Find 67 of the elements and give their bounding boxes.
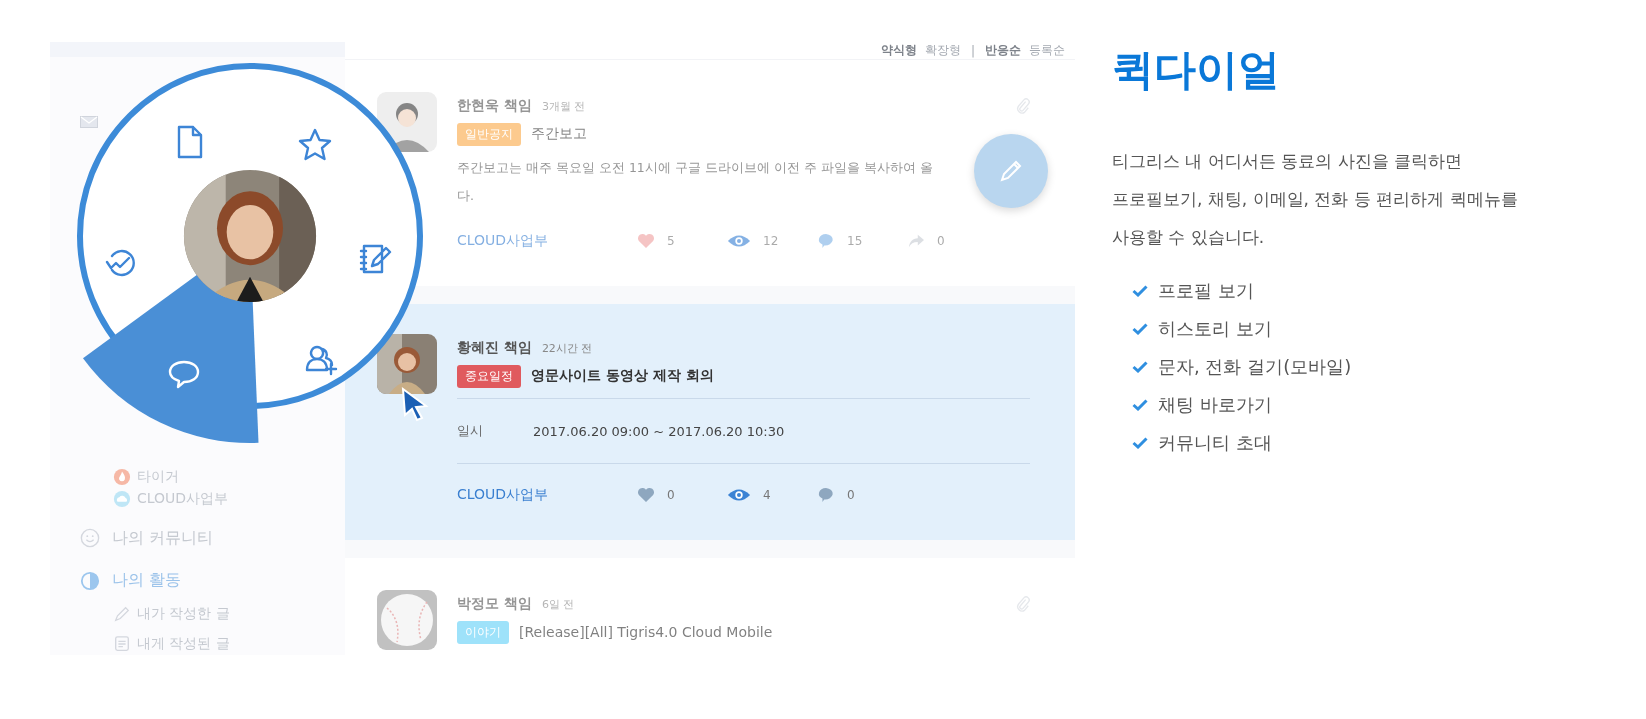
add-user-icon[interactable]: [305, 345, 338, 376]
eye-icon[interactable]: [727, 487, 751, 503]
heart-icon[interactable]: [637, 487, 655, 503]
history-icon[interactable]: [105, 249, 135, 277]
stat-count: 4: [763, 488, 771, 502]
checkmark-icon: [1132, 437, 1148, 449]
stat-count: 0: [847, 488, 855, 502]
view-mode-link[interactable]: 확장형: [924, 42, 961, 59]
stat-count: 0: [667, 488, 675, 502]
post-time: 6일 전: [541, 596, 575, 612]
category-tag: 중요일정: [457, 364, 521, 388]
author-name[interactable]: 황혜진 책임: [457, 339, 532, 357]
sidebar-item[interactable]: 나의 활동: [50, 566, 345, 596]
eye-icon[interactable]: [727, 233, 751, 249]
stat-count: 15: [847, 234, 863, 248]
section-title: 퀵다이얼: [1112, 44, 1281, 96]
post-time: 3개월 전: [541, 98, 586, 114]
flame-icon: [113, 467, 131, 486]
document-icon[interactable]: [177, 125, 203, 159]
feature-item: 채팅 바로가기: [1158, 393, 1272, 417]
pencil-icon: [113, 605, 131, 624]
cloud-icon: [113, 489, 131, 508]
view-mode-link[interactable]: 약식형: [880, 42, 917, 59]
checkmark-icon: [1132, 323, 1148, 335]
checkmark-icon: [1132, 399, 1148, 411]
feature-item: 히스토리 보기: [1158, 317, 1272, 341]
feature-item: 커뮤니티 초대: [1158, 431, 1272, 455]
feature-item: 문자, 전화 걸기(모바일): [1158, 355, 1352, 379]
notebook-pencil-icon[interactable]: [359, 244, 392, 274]
post-card[interactable]: 박정모 책임 6일 전 이야기 [Release][All] Tigris4.0 Cloud Mobile: [345, 558, 1075, 655]
field-label: 일시: [457, 422, 484, 440]
sort-link[interactable]: 등록순: [1029, 42, 1065, 59]
post-title[interactable]: [Release][All] Tigris4.0 Cloud Mobile: [519, 624, 773, 640]
post-title[interactable]: 주간보고: [531, 125, 587, 143]
mail-icon[interactable]: [80, 116, 98, 129]
comment-icon[interactable]: [817, 233, 835, 249]
pie-chart-icon: [80, 570, 100, 591]
comment-icon[interactable]: [817, 487, 835, 503]
heart-icon[interactable]: [637, 233, 655, 249]
author-name[interactable]: 박정모 책임: [457, 595, 532, 613]
separator: |: [970, 43, 975, 58]
post-title[interactable]: 영문사이트 동영상 제작 회의: [531, 367, 714, 385]
stat-count: 0: [937, 234, 945, 248]
chat-bubble-icon[interactable]: [168, 360, 200, 389]
group-link[interactable]: CLOUD사업부: [457, 232, 637, 250]
post-time: 22시간 전: [541, 340, 593, 356]
sort-link[interactable]: 반응순: [985, 42, 1021, 59]
group-link[interactable]: CLOUD사업부: [457, 486, 637, 504]
post-card[interactable]: 황혜진 책임 22시간 전 중요일정 영문사이트 동영상 제작 회의 일시 2017.06.20 09:00 ~ 2017.06.20 10:30 CLOUD사업부 0 4 0: [345, 304, 1075, 558]
feature-item: 프로필 보기: [1158, 279, 1254, 303]
checkmark-icon: [1132, 285, 1148, 297]
cursor-icon: [400, 386, 430, 422]
note-icon: [113, 635, 131, 654]
category-tag: 일반공지: [457, 122, 521, 146]
stat-count: 5: [667, 234, 675, 248]
post-excerpt: 주간보고는 매주 목요일 오전 11시에 구글 드라이브에 이전 주 파일을 복사하여 올 다.: [457, 159, 933, 205]
description: 티그리스 내 어디서든 동료의 사진을 클릭하면 프로필보기, 채팅, 이메일, 전화 등 편리하게 퀵메뉴를 사용할 수 있습니다.: [1112, 150, 1518, 249]
checkmark-icon: [1132, 361, 1148, 373]
field-value: 2017.06.20 09:00 ~ 2017.06.20 10:30: [533, 423, 785, 439]
category-tag: 이야기: [457, 620, 509, 644]
share-icon[interactable]: [907, 233, 925, 249]
smiley-icon: [80, 528, 100, 549]
paperclip-icon[interactable]: [1016, 595, 1030, 613]
star-icon[interactable]: [298, 128, 332, 161]
paperclip-icon[interactable]: [1016, 97, 1030, 115]
author-name[interactable]: 한현욱 책임: [457, 97, 532, 115]
stat-count: 12: [763, 234, 779, 248]
